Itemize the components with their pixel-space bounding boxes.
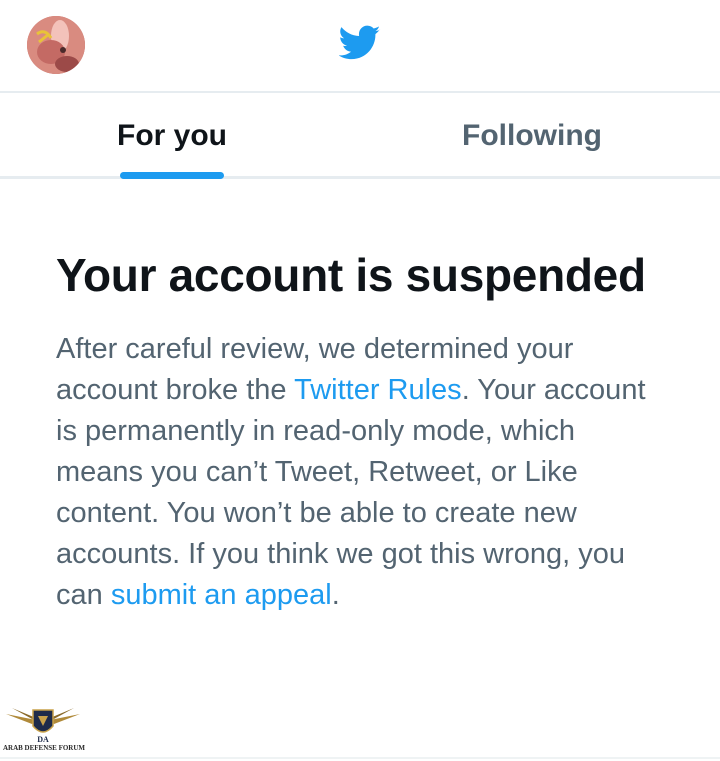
- watermark-text: ARAB DEFENSE FORUM: [2, 744, 86, 752]
- tab-following[interactable]: Following: [344, 93, 720, 179]
- submit-appeal-link[interactable]: submit an appeal: [111, 579, 332, 611]
- notice-body: After careful review, we determined your…: [56, 329, 656, 616]
- forum-watermark-logo: DA ARAB DEFENSE FORUM: [2, 700, 86, 758]
- svg-text:DA: DA: [37, 735, 49, 744]
- winged-shield-icon: DA: [6, 708, 80, 744]
- suspension-notice: Your account is suspended After careful …: [56, 244, 656, 616]
- twitter-rules-link[interactable]: Twitter Rules: [294, 374, 462, 406]
- bottom-divider: [0, 757, 720, 759]
- notice-body-part-3: .: [331, 579, 340, 611]
- notice-body-part-2: . Your account is permanently in read-on…: [56, 374, 646, 611]
- top-app-bar: [0, 0, 720, 93]
- avatar-image: [27, 16, 85, 74]
- timeline-tabs: For you Following: [0, 93, 720, 179]
- user-avatar[interactable]: [27, 16, 85, 74]
- tab-following-label: Following: [462, 119, 602, 152]
- tab-for-you-label: For you: [117, 119, 227, 152]
- notice-title: Your account is suspended: [56, 249, 646, 301]
- tab-for-you[interactable]: For you: [0, 93, 344, 179]
- active-tab-indicator: [120, 172, 224, 179]
- twitter-bird-icon[interactable]: [338, 25, 381, 61]
